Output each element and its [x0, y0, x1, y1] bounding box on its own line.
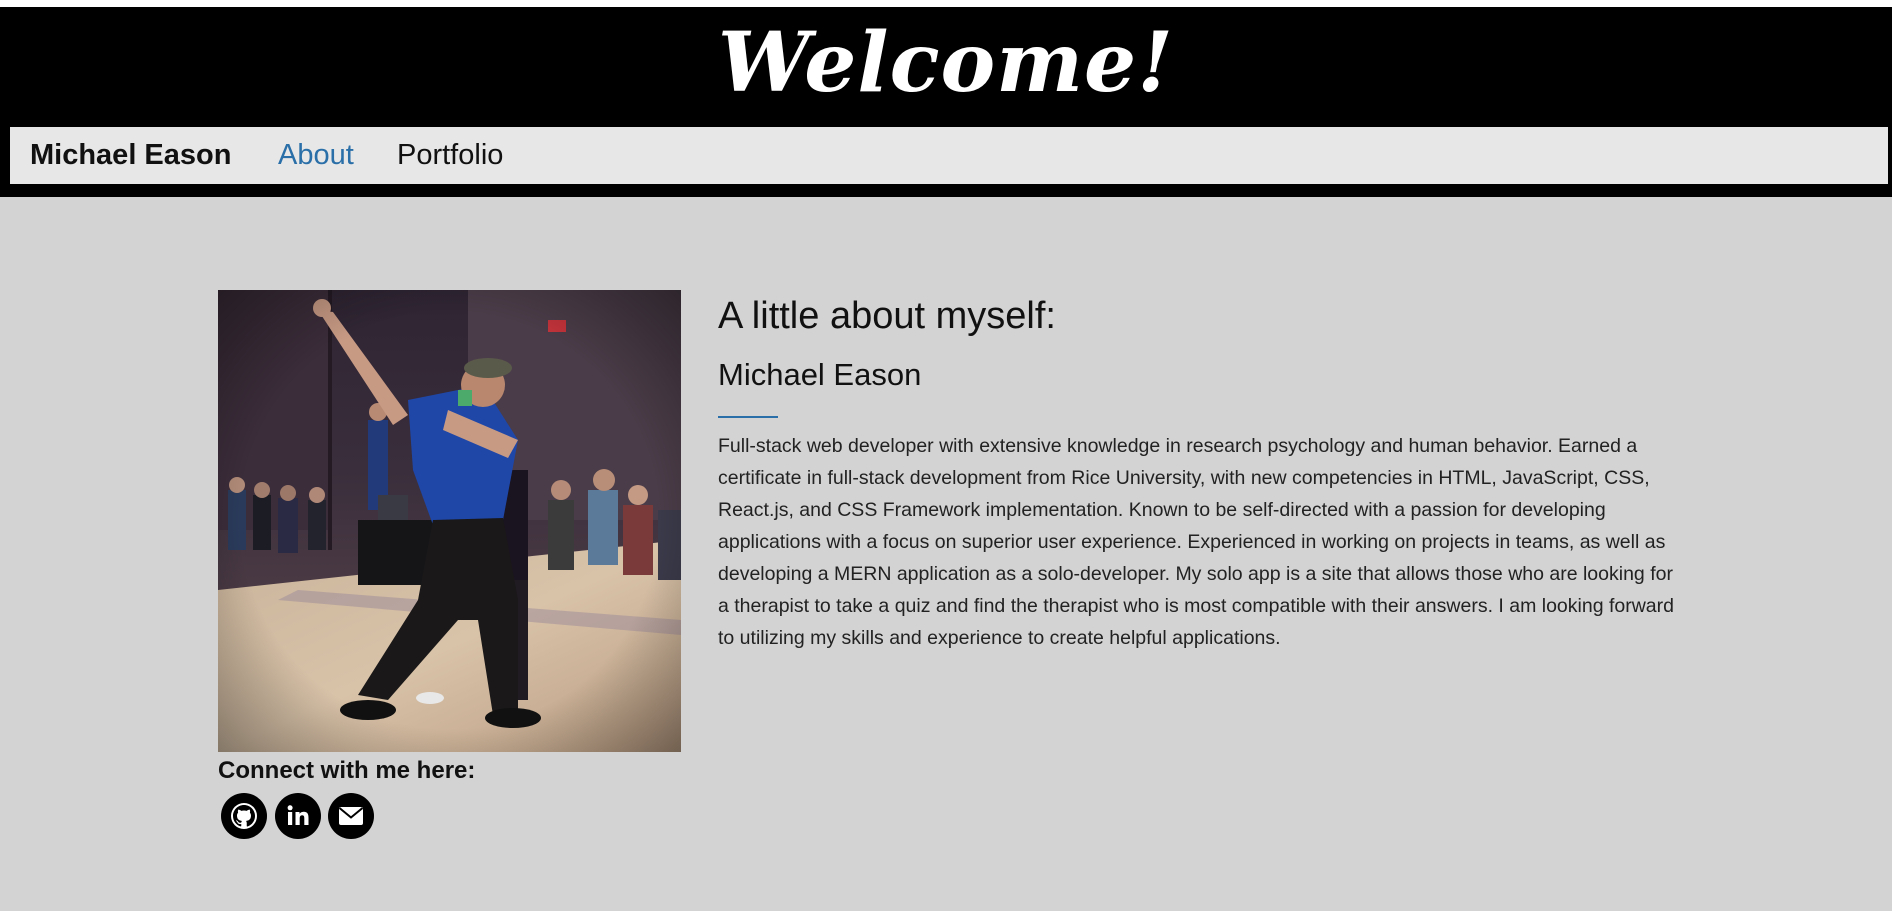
linkedin-icon — [287, 805, 309, 825]
profile-photo — [218, 290, 681, 752]
connect-title: Connect with me here: — [218, 757, 476, 784]
linkedin-link[interactable] — [275, 793, 321, 839]
about-bio: Full-stack web developer with extensive … — [718, 435, 1674, 649]
welcome-title: Welcome! — [717, 15, 1175, 111]
navbar-brand[interactable]: Michael Eason — [30, 127, 231, 184]
accent-divider — [718, 416, 778, 418]
top-strip — [0, 0, 1892, 7]
email-link[interactable] — [328, 793, 374, 839]
nav-link-about[interactable]: About — [278, 127, 354, 184]
github-icon — [231, 803, 257, 829]
navbar: Michael Eason About Portfolio — [10, 127, 1888, 184]
page-header: Welcome! Michael Eason About Portfolio — [0, 7, 1892, 197]
github-link[interactable] — [221, 793, 267, 839]
envelope-icon — [338, 807, 364, 825]
about-heading: A little about myself: — [718, 295, 1056, 337]
about-name: Michael Eason — [718, 357, 922, 392]
nav-link-portfolio[interactable]: Portfolio — [397, 127, 503, 184]
